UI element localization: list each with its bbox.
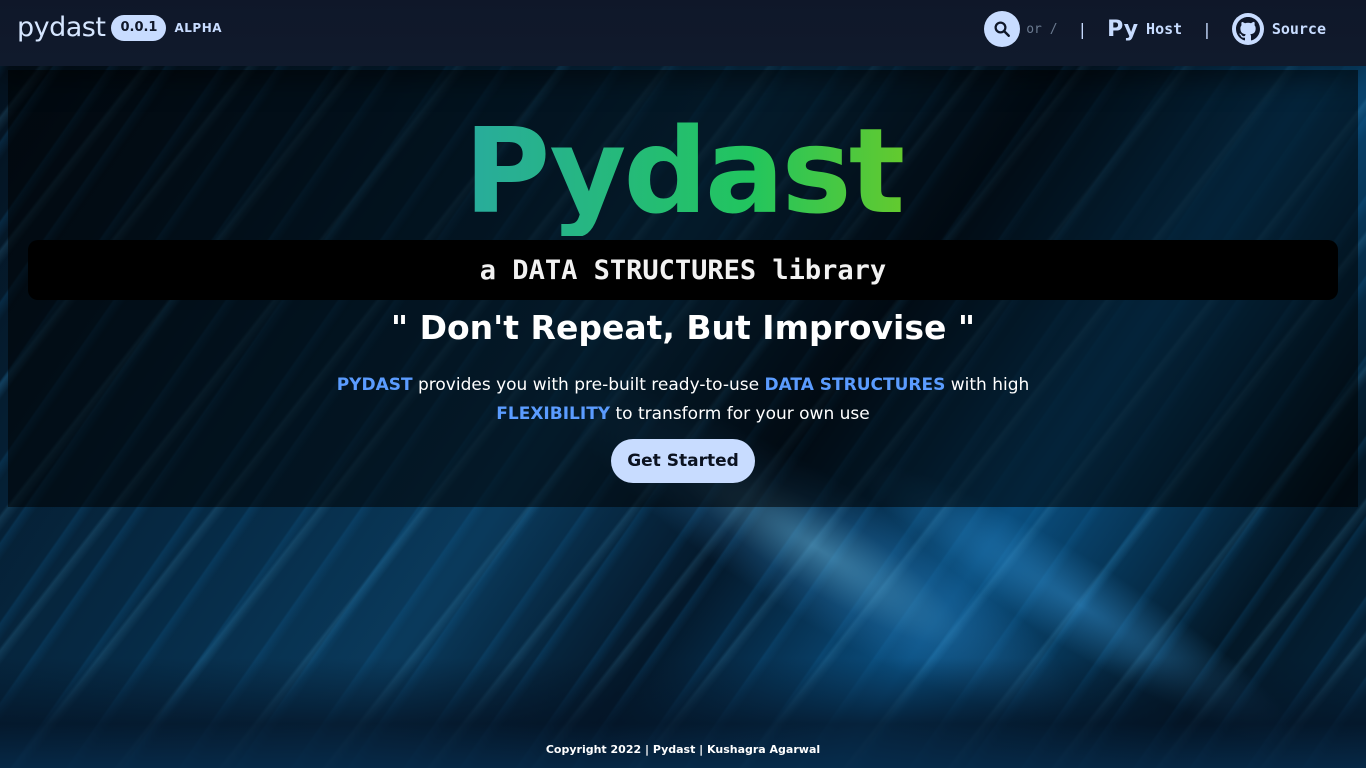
- source-label: Source: [1271, 20, 1326, 38]
- nav-separator: |: [1077, 19, 1088, 39]
- site-header: pydast 0.0.1 ALPHA or / | Py Host | Sour…: [0, 0, 1366, 66]
- get-started-button[interactable]: Get Started: [611, 439, 755, 483]
- highlight-flexibility: FLEXIBILITY: [496, 404, 611, 424]
- tagline-bar: a DATA STRUCTURES library: [28, 240, 1338, 300]
- highlight-data-structures: DATA STRUCTURES: [764, 375, 946, 395]
- search-icon: [994, 21, 1011, 37]
- description-text: provides you with pre-built ready-to-use: [412, 375, 765, 395]
- search-button[interactable]: [984, 11, 1021, 47]
- version-badge: 0.0.1: [111, 14, 167, 41]
- source-link[interactable]: Source: [1231, 13, 1326, 45]
- motto: " Don't Repeat, But Improvise ": [390, 308, 976, 347]
- host-label: Host: [1146, 20, 1183, 38]
- py-logo-icon: Py: [1107, 16, 1139, 42]
- hero-description: PYDAST provides you with pre-built ready…: [8, 371, 1358, 429]
- github-icon: [1231, 13, 1264, 45]
- host-link[interactable]: Py Host: [1107, 17, 1182, 42]
- hero-title: Pydast: [8, 106, 1358, 236]
- header-nav: or / | Py Host | Source: [984, 10, 1326, 48]
- search-shortcut-hint: or /: [1026, 21, 1058, 37]
- page: pydast 0.0.1 ALPHA or / | Py Host | Sour…: [0, 0, 1366, 768]
- description-text: with high: [945, 375, 1030, 395]
- nav-separator: |: [1202, 19, 1212, 39]
- release-stage-label: ALPHA: [174, 20, 223, 35]
- footer-copyright: Copyright 2022 | Pydast | Kushagra Agarw…: [545, 743, 821, 756]
- brand[interactable]: pydast 0.0.1 ALPHA: [17, 12, 222, 43]
- highlight-pydast: PYDAST: [336, 375, 413, 395]
- tagline: a DATA STRUCTURES library: [479, 254, 887, 286]
- description-text: to transform for your own use: [610, 404, 870, 424]
- brand-name[interactable]: pydast: [17, 12, 106, 43]
- hero-section: Pydast a DATA STRUCTURES library " Don't…: [8, 70, 1358, 507]
